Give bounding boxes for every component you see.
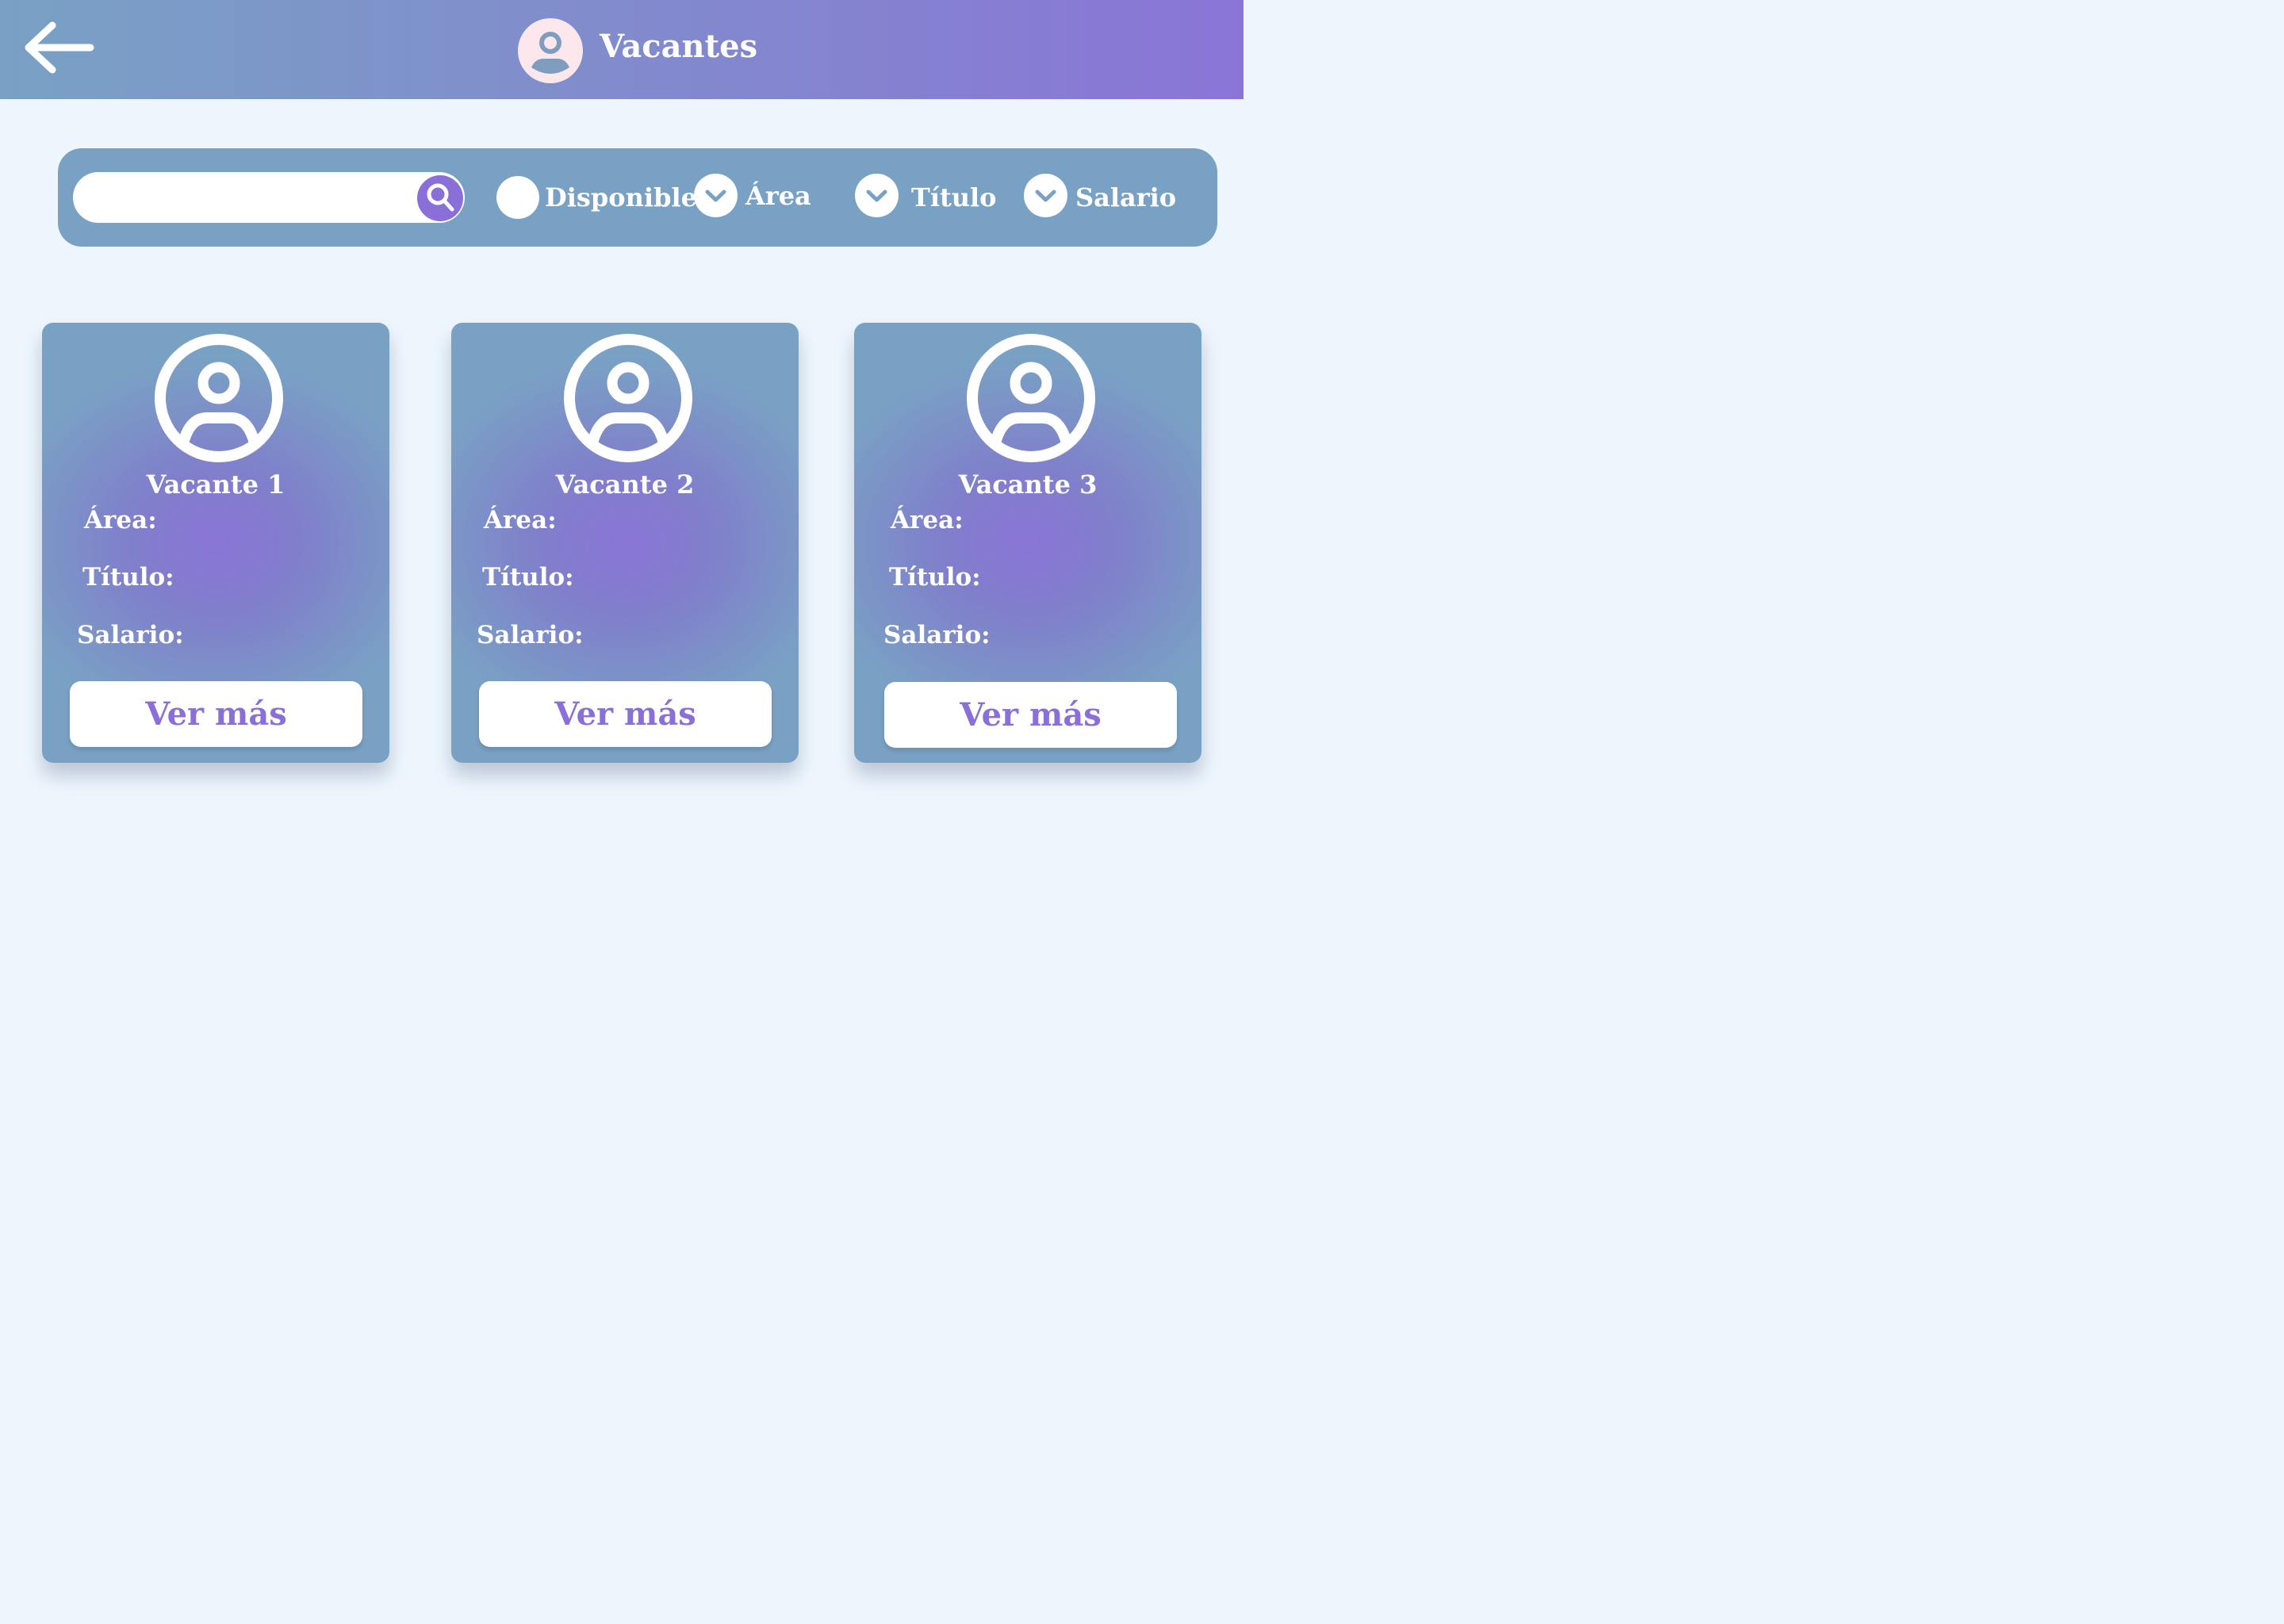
available-radio[interactable]: [496, 176, 539, 219]
vacancy-area-label: Área:: [891, 506, 964, 534]
salary-filter-label: Salario: [1075, 182, 1177, 213]
see-more-button[interactable]: Ver más: [479, 681, 772, 747]
title-filter-label: Título: [911, 182, 997, 213]
user-avatar-icon: [155, 334, 283, 462]
vacancy-title: Vacante 2: [555, 469, 695, 500]
salary-dropdown-button[interactable]: [1024, 174, 1067, 217]
user-avatar-icon: [564, 334, 692, 462]
vacancy-title-label: Título:: [482, 563, 574, 592]
vacancy-card: Vacante 1 Área: Título: Salario: Ver más: [42, 323, 389, 763]
app-header: Vacantes: [0, 0, 1244, 99]
vacancy-salary-label: Salario:: [77, 621, 184, 649]
vacancy-salary-label: Salario:: [883, 621, 991, 649]
vacancy-title: Vacante 3: [958, 469, 1098, 500]
vacancy-salary-label: Salario:: [477, 621, 584, 649]
user-avatar-icon: [518, 18, 583, 83]
page-title: Vacantes: [600, 28, 758, 65]
available-label: Disponible: [545, 182, 697, 213]
search-icon: [417, 175, 463, 221]
search-button[interactable]: [416, 174, 464, 222]
vacancy-title-label: Título:: [82, 563, 174, 592]
back-button[interactable]: [21, 19, 98, 76]
see-more-button[interactable]: Ver más: [884, 682, 1177, 748]
area-filter-label: Área: [745, 181, 811, 211]
vacancy-card: Vacante 2 Área: Título: Salario: Ver más: [451, 323, 799, 763]
user-avatar-icon: [967, 334, 1095, 462]
vacancy-card: Vacante 3 Área: Título: Salario: Ver más: [854, 323, 1201, 763]
arrow-left-icon: [25, 21, 94, 74]
area-dropdown-button[interactable]: [694, 174, 738, 217]
vacancy-area-label: Área:: [484, 506, 557, 534]
see-more-button[interactable]: Ver más: [70, 681, 362, 747]
vacancy-area-label: Área:: [84, 506, 157, 534]
title-dropdown-button[interactable]: [855, 174, 899, 217]
vacancy-title: Vacante 1: [146, 469, 286, 500]
chevron-down-icon: [1024, 174, 1067, 217]
chevron-down-icon: [855, 174, 899, 217]
chevron-down-icon: [694, 174, 738, 217]
search-input[interactable]: [94, 176, 411, 220]
vacancy-title-label: Título:: [889, 563, 981, 592]
